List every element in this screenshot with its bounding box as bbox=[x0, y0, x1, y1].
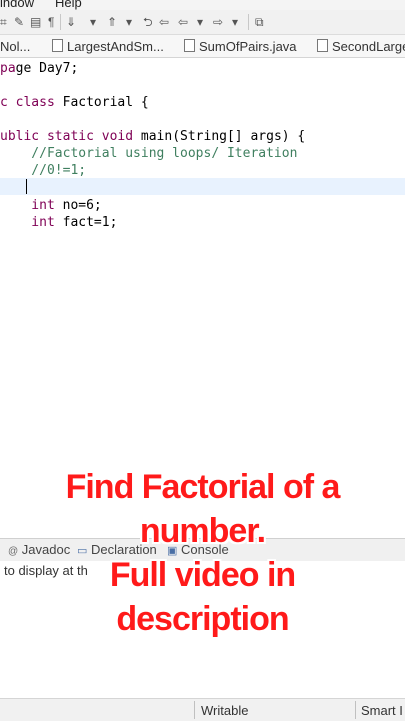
code-editor[interactable]: page Day7; c class Factorial { ublic sta… bbox=[0, 58, 405, 510]
block-select-icon[interactable]: ▤ bbox=[30, 14, 41, 30]
current-line-highlight bbox=[0, 178, 405, 195]
java-file-icon bbox=[317, 39, 328, 52]
annotation-icon[interactable]: ⇓ bbox=[66, 14, 76, 30]
menu-bar: indow Help bbox=[0, 0, 405, 10]
java-file-icon bbox=[184, 39, 195, 52]
caption-line-1: Find Factorial of a bbox=[65, 468, 341, 506]
menu-window[interactable]: indow bbox=[0, 0, 34, 10]
code-line-comment-2: //0!=1; bbox=[0, 163, 87, 178]
prev-annotation-icon[interactable]: ⇑ bbox=[107, 14, 117, 30]
tab-label: SumOfPairs.java bbox=[199, 39, 297, 54]
back-history-icon[interactable]: ▾ bbox=[197, 14, 203, 30]
code-line-no: int no=6; bbox=[0, 198, 102, 213]
toggle-mark-icon[interactable]: ⌗ bbox=[0, 14, 7, 30]
tab-label: Nol... bbox=[0, 39, 31, 54]
next-annotation-dropdown-icon[interactable]: ▾ bbox=[90, 14, 96, 30]
pin-editor-icon[interactable]: ⧉ bbox=[255, 14, 264, 30]
highlight-icon[interactable]: ✎ bbox=[14, 14, 24, 30]
status-writable: Writable bbox=[201, 703, 249, 718]
tab-label: SecondLarge bbox=[332, 39, 405, 54]
prev-annotation-dropdown-icon[interactable]: ▾ bbox=[126, 14, 132, 30]
code-line-package: page Day7; bbox=[0, 61, 79, 76]
back-dropdown-icon[interactable]: ⇦ bbox=[178, 14, 188, 30]
caption-line-4: description bbox=[116, 600, 289, 638]
last-edit-icon[interactable]: ⮌ bbox=[143, 14, 153, 30]
code-line-comment-1: //Factorial using loops/ Iteration bbox=[0, 146, 298, 161]
show-whitespace-icon[interactable]: ¶ bbox=[48, 14, 54, 30]
tab-largest-and-smallest[interactable]: LargestAndSm... bbox=[52, 37, 164, 57]
code-line-class: c class Factorial { bbox=[0, 95, 149, 110]
code-line-main: ublic static void main(String[] args) { bbox=[0, 129, 306, 144]
status-insert-mode: Smart I bbox=[361, 703, 403, 718]
caption-line-3: Full video in bbox=[109, 556, 296, 594]
text-caret bbox=[26, 179, 27, 194]
back-icon[interactable]: ⇦ bbox=[159, 14, 169, 30]
menu-help[interactable]: Help bbox=[55, 0, 82, 10]
tab-nol[interactable]: Nol... bbox=[0, 37, 30, 57]
status-bar: Writable Smart I bbox=[0, 698, 405, 721]
forward-dropdown-icon[interactable]: ▾ bbox=[232, 14, 238, 30]
java-file-icon bbox=[52, 39, 63, 52]
caption-line-2: number. bbox=[139, 512, 266, 550]
toolbar: ⌗ ✎ ▤ ¶ ⇓ ▾ ⇑ ▾ ⮌ ⇦ ⇦ ▾ ⇨ ▾ ⧉ bbox=[0, 10, 405, 35]
forward-icon[interactable]: ⇨ bbox=[213, 14, 223, 30]
tab-label: LargestAndSm... bbox=[67, 39, 164, 54]
code-line-fact: int fact=1; bbox=[0, 215, 118, 230]
editor-tabs: Nol... LargestAndSm... SumOfPairs.java S… bbox=[0, 35, 405, 58]
package-keyword: pa bbox=[0, 61, 16, 76]
tab-second-largest[interactable]: SecondLarge bbox=[317, 37, 405, 57]
tab-sum-of-pairs[interactable]: SumOfPairs.java bbox=[184, 37, 297, 57]
